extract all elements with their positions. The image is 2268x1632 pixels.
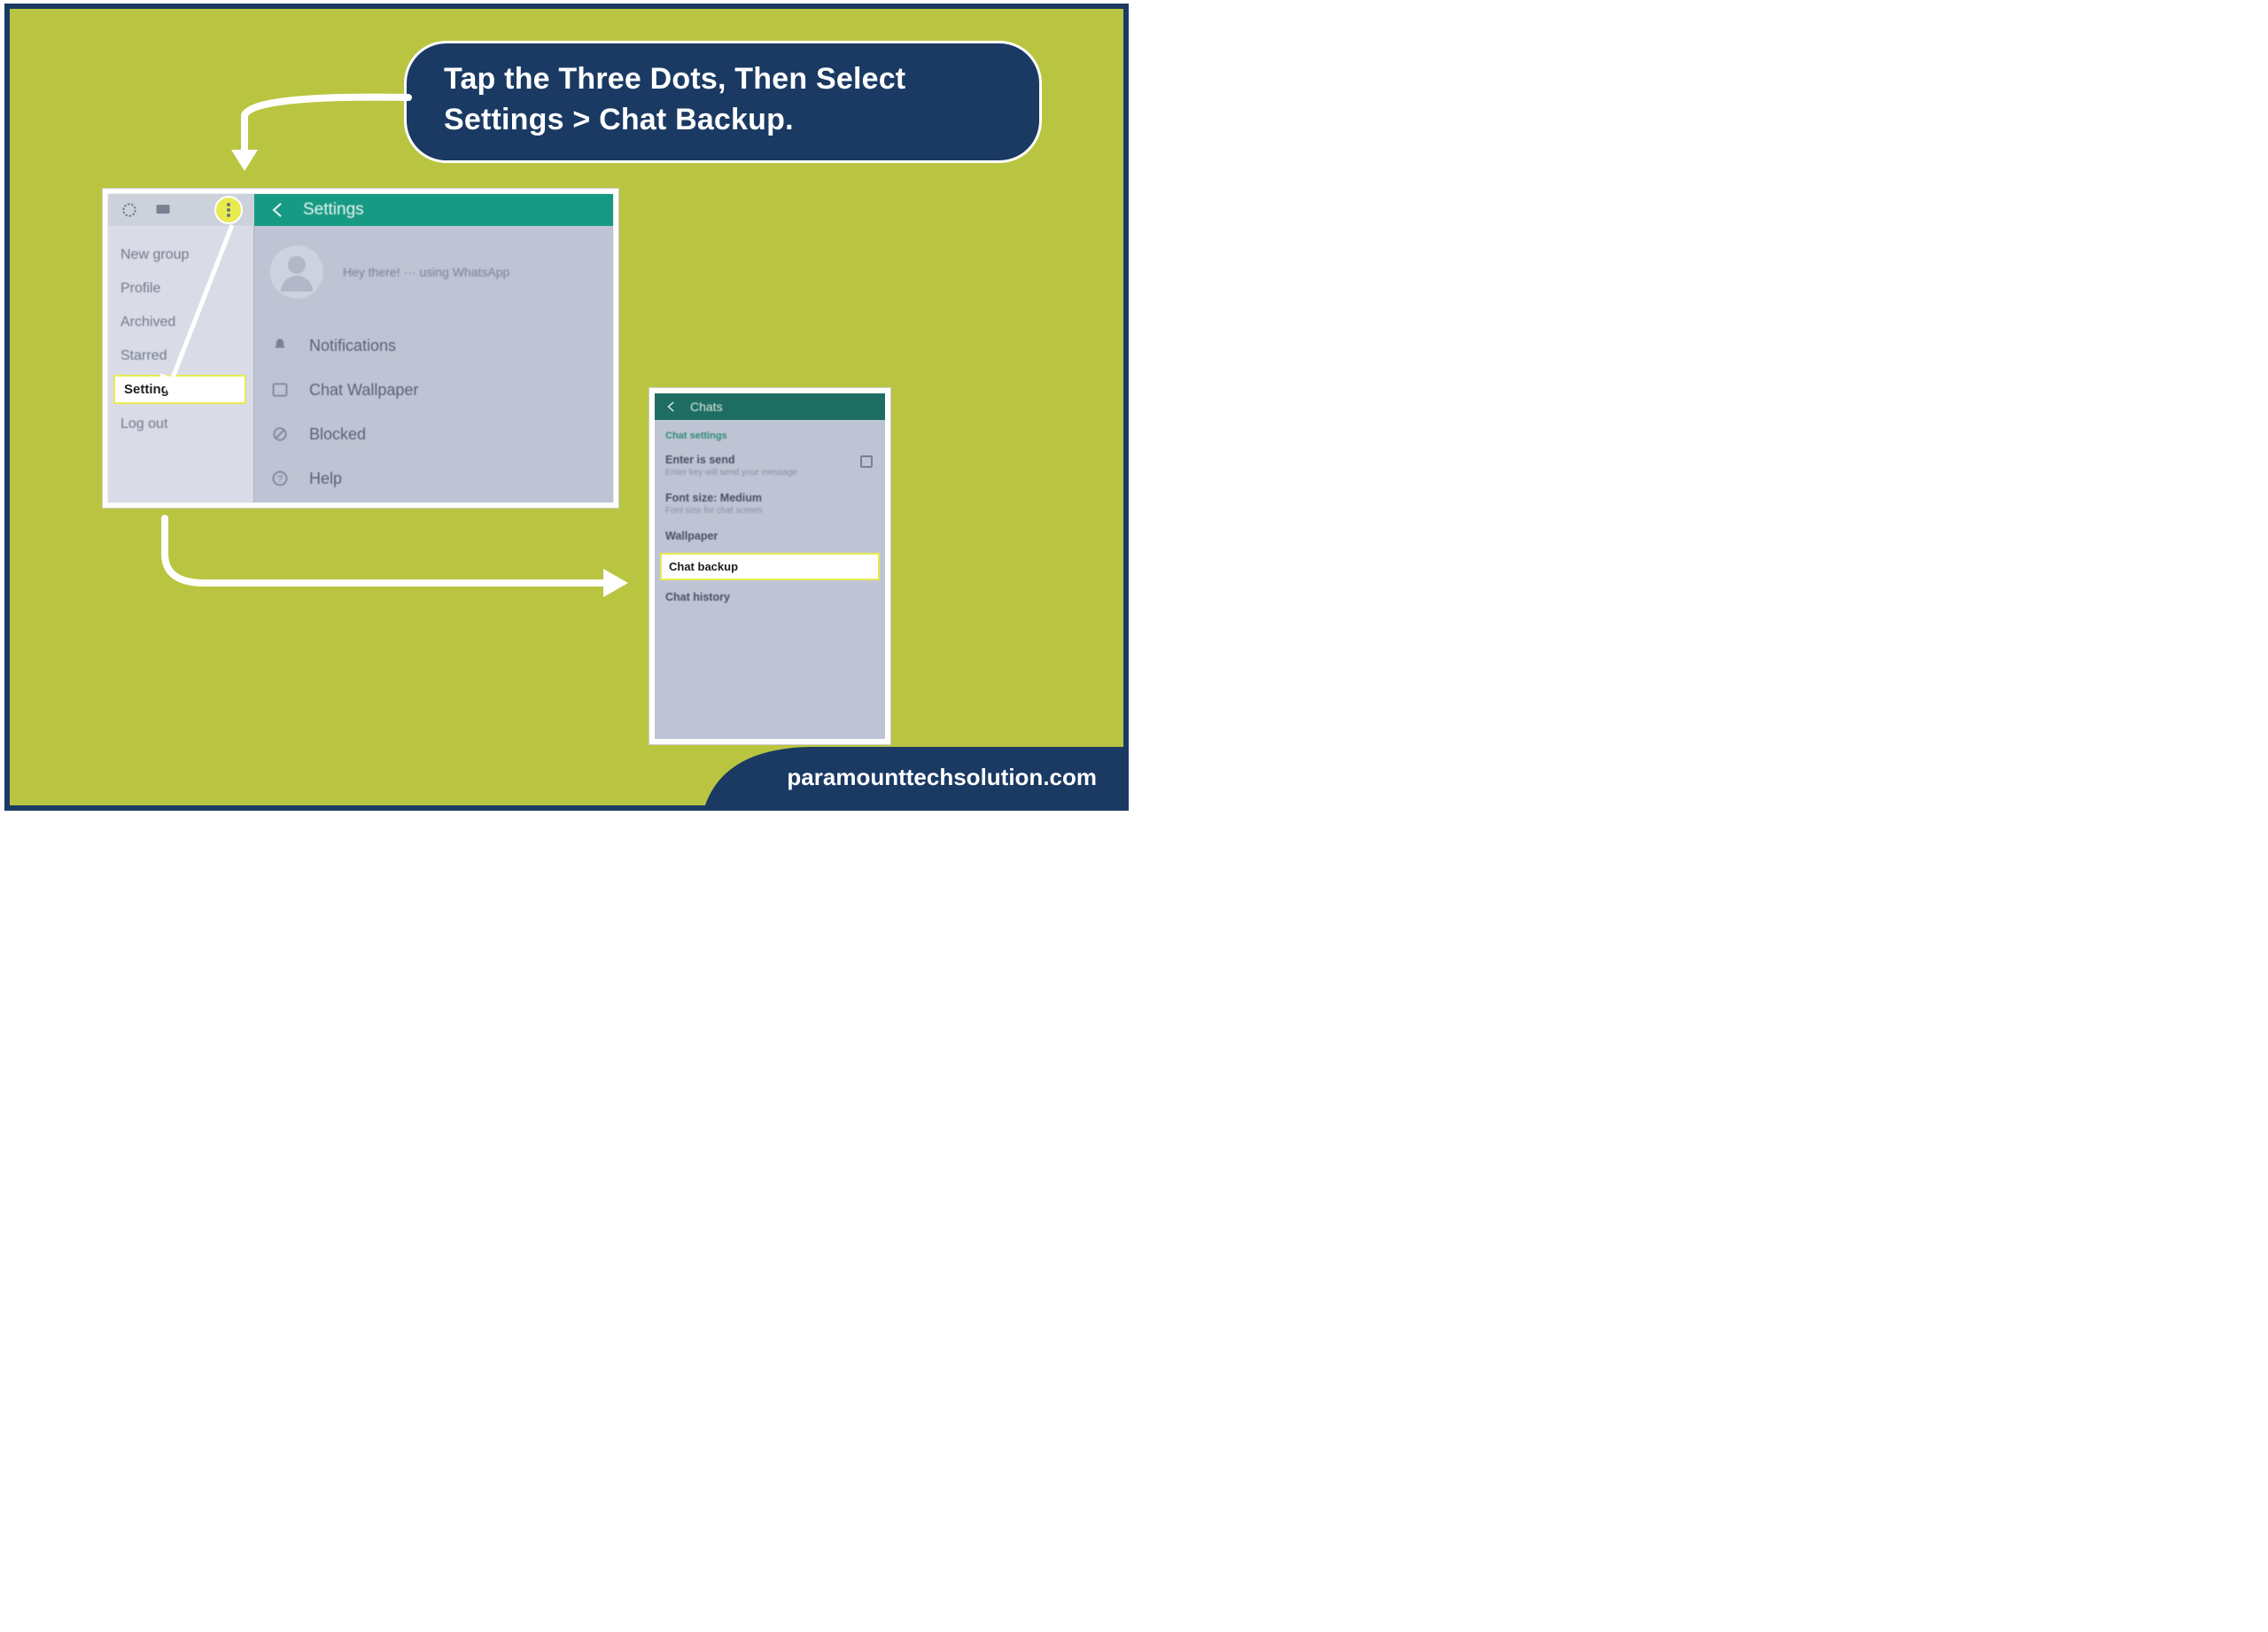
settings-list: Notifications Chat Wallpaper Blocked ? H…	[254, 323, 613, 501]
message-icon	[154, 201, 172, 219]
three-dots-button[interactable]	[214, 196, 243, 224]
settings-row-label: Chat Wallpaper	[309, 381, 418, 400]
instruction-callout: Tap the Three Dots, Then Select Settings…	[404, 41, 1042, 163]
settings-body: Hey there! ··· using WhatsApp Notificati…	[254, 226, 613, 502]
arrow-shot1-to-shot2	[143, 514, 639, 602]
three-dots-icon	[227, 203, 230, 217]
settings-row-chat-wallpaper[interactable]: Chat Wallpaper	[270, 368, 597, 412]
settings-row-notifications[interactable]: Notifications	[270, 323, 597, 368]
settings-row-help[interactable]: ? Help	[270, 456, 597, 501]
settings-row-label: Blocked	[309, 425, 366, 444]
status-ring-icon	[120, 201, 138, 219]
row-subtitle: Enter key will send your message	[665, 468, 874, 478]
overflow-menu: New group Profile Archived Starred Setti…	[108, 226, 254, 502]
settings-row-blocked[interactable]: Blocked	[270, 412, 597, 456]
profile-row[interactable]: Hey there! ··· using WhatsApp	[254, 226, 613, 323]
chats-row-wallpaper[interactable]: Wallpaper	[655, 523, 885, 549]
row-title: Wallpaper	[665, 530, 874, 542]
svg-text:?: ?	[277, 474, 283, 485]
menu-item-logout[interactable]: Log out	[108, 408, 253, 441]
menu-item-archived[interactable]: Archived	[108, 306, 253, 339]
shot2-topbar: Chats	[655, 393, 885, 420]
shot2-bg: Chats Chat settings Enter is send Enter …	[655, 393, 885, 739]
footer-brand: paramounttechsolution.com	[787, 764, 1097, 791]
chats-row-chat-backup[interactable]: Chat backup	[660, 553, 880, 580]
row-title: Font size: Medium	[665, 492, 874, 504]
screenshot-settings-menu: Settings New group Profile Archived Star…	[103, 189, 618, 508]
row-title: Chat history	[665, 591, 874, 603]
shot1-topbar: Settings	[108, 194, 613, 226]
row-subtitle: Font size for chat screen	[665, 506, 874, 516]
shot2-title: Chats	[690, 400, 723, 414]
menu-item-new-group[interactable]: New group	[108, 238, 253, 272]
blocked-icon	[270, 424, 290, 444]
chats-row-enter-is-send[interactable]: Enter is send Enter key will send your m…	[655, 447, 885, 485]
menu-item-starred[interactable]: Starred	[108, 339, 253, 373]
menu-item-settings[interactable]: Settings	[113, 375, 246, 404]
chats-row-chat-history[interactable]: Chat history	[655, 584, 885, 610]
tutorial-frame: Tap the Three Dots, Then Select Settings…	[4, 4, 1129, 811]
image-icon	[270, 380, 290, 400]
settings-row-label: Help	[309, 470, 342, 488]
section-label-chat-settings: Chat settings	[655, 420, 885, 447]
menu-item-profile[interactable]: Profile	[108, 272, 253, 306]
back-arrow-icon[interactable]	[665, 400, 678, 413]
settings-row-label: Notifications	[309, 337, 396, 355]
help-icon: ?	[270, 469, 290, 488]
bell-icon	[270, 336, 290, 355]
back-arrow-icon[interactable]	[269, 201, 287, 219]
screenshot-chats-settings: Chats Chat settings Enter is send Enter …	[649, 388, 890, 744]
checkbox-icon[interactable]	[860, 455, 873, 468]
instruction-text: Tap the Three Dots, Then Select Settings…	[444, 62, 905, 136]
row-title: Chat backup	[669, 560, 871, 573]
profile-status-text: Hey there! ··· using WhatsApp	[343, 265, 509, 279]
arrow-callout-to-shot1	[196, 84, 417, 182]
avatar-icon	[270, 245, 323, 299]
chats-row-font-size[interactable]: Font size: Medium Font size for chat scr…	[655, 485, 885, 523]
row-title: Enter is send	[665, 454, 874, 466]
shot1-title: Settings	[303, 200, 364, 220]
